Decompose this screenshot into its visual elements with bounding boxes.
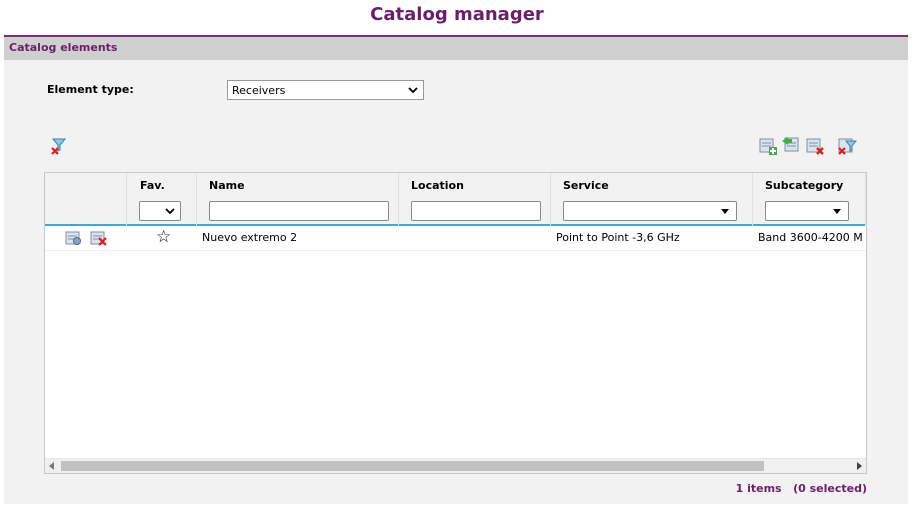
catalog-grid: Fav. Name Location Service Subcategory ☆… [44, 172, 867, 474]
column-header-service[interactable]: Service [563, 173, 609, 198]
column-header-name[interactable]: Name [209, 173, 245, 198]
catalog-panel: Catalog elements Element type: Receivers… [4, 35, 908, 504]
import-element-icon[interactable] [781, 135, 801, 155]
cell-name: Nuevo extremo 2 [202, 231, 298, 244]
grid-filter-row [45, 198, 866, 226]
column-header-fav[interactable]: Fav. [140, 173, 165, 198]
selection-status: 1 items (0 selected) [735, 482, 867, 495]
delete-row-icon[interactable] [90, 230, 107, 246]
grid-header-row: Fav. Name Location Service Subcategory [45, 173, 866, 199]
add-element-icon[interactable] [758, 136, 778, 156]
dropdown-arrow-icon [833, 209, 841, 214]
element-type-value: Receivers [232, 84, 286, 97]
chevron-down-icon [408, 87, 418, 94]
element-type-label: Element type: [47, 83, 134, 96]
fav-filter-select[interactable] [139, 201, 181, 221]
dropdown-arrow-icon [721, 209, 729, 214]
location-filter-input[interactable] [411, 201, 541, 221]
filter-clear-icon[interactable] [49, 136, 69, 156]
panel-header: Catalog elements [4, 35, 908, 60]
name-filter-input[interactable] [209, 201, 389, 221]
scroll-left-icon[interactable] [49, 462, 54, 470]
scrollbar-thumb[interactable] [61, 461, 764, 471]
service-filter-select[interactable] [563, 201, 737, 221]
page-title: Catalog manager [370, 4, 544, 25]
cell-subcategory: Band 3600-4200 M [758, 231, 863, 244]
subcategory-filter-select[interactable] [765, 201, 849, 221]
scroll-right-icon[interactable] [857, 462, 862, 470]
column-header-subcategory[interactable]: Subcategory [765, 173, 843, 198]
element-type-select[interactable]: Receivers [227, 80, 424, 100]
delete-element-icon[interactable] [805, 136, 825, 156]
table-row[interactable]: ☆ Nuevo extremo 2 Point to Point -3,6 GH… [45, 226, 866, 251]
cell-service: Point to Point -3,6 GHz [556, 231, 680, 244]
favorite-star-icon[interactable]: ☆ [156, 226, 171, 250]
clear-filter-icon[interactable] [837, 136, 857, 156]
horizontal-scrollbar[interactable] [45, 458, 866, 473]
edit-element-icon[interactable] [65, 230, 82, 246]
column-header-location[interactable]: Location [411, 173, 464, 198]
chevron-down-icon [165, 208, 175, 215]
